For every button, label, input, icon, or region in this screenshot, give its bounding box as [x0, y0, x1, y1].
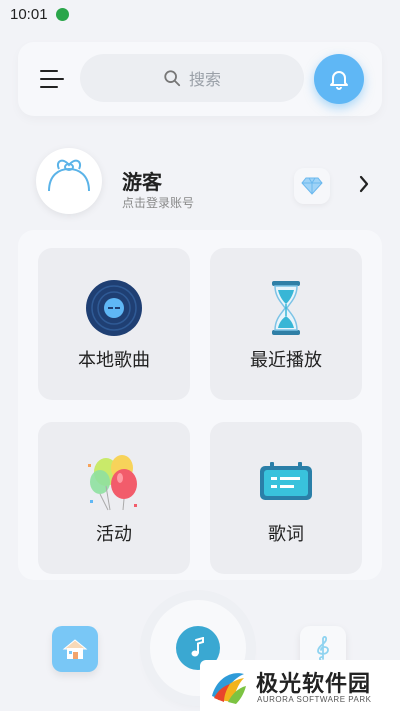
- vinyl-record-icon: [86, 280, 142, 336]
- diamond-icon: [301, 177, 323, 195]
- login-prompt[interactable]: 点击登录账号: [122, 194, 194, 211]
- nav-home-button[interactable]: [52, 626, 98, 672]
- tile-label: 活动: [96, 524, 132, 545]
- header-card: 搜索: [18, 42, 382, 116]
- home-icon: [62, 639, 88, 659]
- watermark-subtitle: AURORA SOFTWARE PARK: [257, 695, 372, 704]
- chevron-right-icon: [359, 175, 369, 193]
- avatar[interactable]: [36, 148, 102, 214]
- vip-button[interactable]: [294, 168, 330, 204]
- bell-icon: [330, 71, 348, 90]
- watermark: 极光软件园 AURORA SOFTWARE PARK: [200, 660, 400, 711]
- watermark-title: 极光软件园: [256, 672, 372, 697]
- avatar-icon: [48, 159, 90, 192]
- balloons-icon: [88, 455, 137, 511]
- profile-arrow-button[interactable]: [354, 172, 374, 196]
- tile-local-songs[interactable]: 本地歌曲: [38, 248, 190, 400]
- music-note-icon: [191, 637, 204, 657]
- search-placeholder: 搜索: [188, 70, 221, 89]
- app-notification-icon: [55, 7, 69, 21]
- status-bar: 10:01: [0, 0, 400, 28]
- feature-grid: 本地歌曲 最近播放 活动 歌词: [18, 230, 382, 580]
- tile-activities[interactable]: 活动: [38, 422, 190, 574]
- tile-label: 本地歌曲: [78, 350, 150, 371]
- aurora-logo-icon: [212, 673, 246, 704]
- status-time: 10:01: [10, 5, 48, 23]
- tile-recent-play[interactable]: 最近播放: [210, 248, 362, 400]
- user-name: 游客: [122, 170, 162, 194]
- tile-lyrics[interactable]: 歌词: [210, 422, 362, 574]
- lyrics-card-icon: [260, 462, 312, 500]
- hourglass-icon: [272, 281, 300, 335]
- profile-row[interactable]: 游客 点击登录账号: [18, 140, 382, 228]
- tile-label: 最近播放: [250, 350, 322, 371]
- menu-icon[interactable]: [40, 68, 64, 90]
- notification-button[interactable]: [314, 54, 364, 104]
- treble-clef-icon: [317, 635, 329, 662]
- search-input[interactable]: 搜索: [80, 54, 304, 102]
- search-icon: [164, 70, 181, 87]
- tile-label: 歌词: [268, 524, 304, 545]
